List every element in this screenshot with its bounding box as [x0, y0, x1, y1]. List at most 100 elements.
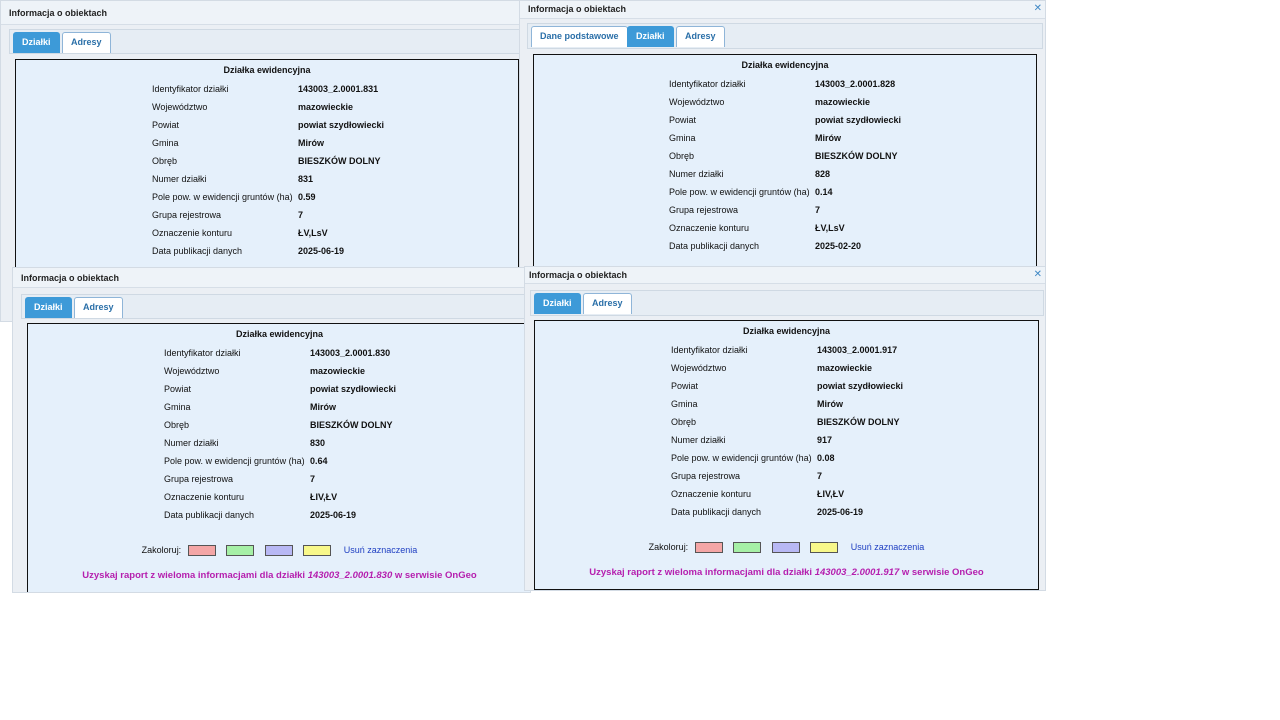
zakoloruj-label: Zakoloruj:	[648, 542, 689, 552]
color-swatch-green[interactable]	[226, 545, 255, 557]
panel-title: Działka ewidencyjna	[741, 60, 829, 70]
row-label: Powiat	[152, 120, 180, 130]
row-value: BIESZKÓW DOLNY	[298, 156, 381, 166]
row-value: Mirów	[815, 133, 841, 143]
row-label: Gmina	[671, 399, 698, 409]
row-label: Oznaczenie konturu	[152, 228, 233, 238]
row-value: Mirów	[817, 399, 843, 409]
row-value: 7	[817, 471, 823, 481]
close-icon[interactable]: ✕	[1034, 269, 1042, 280]
row-value: BIESZKÓW DOLNY	[817, 417, 900, 427]
row-value: 143003_2.0001.917	[817, 345, 898, 355]
row-label: Powiat	[669, 115, 697, 125]
report-parcel-id: 143003_2.0001.830	[307, 570, 393, 581]
zakoloruj-label: Zakoloruj:	[141, 545, 182, 555]
row-value: BIESZKÓW DOLNY	[310, 420, 393, 430]
color-swatch-red[interactable]	[694, 542, 723, 554]
color-picker: Zakoloruj: Usuń zaznaczenia	[28, 545, 530, 557]
row-label: Gmina	[164, 402, 191, 412]
row-label: Gmina	[669, 133, 696, 143]
window-title: Informacja o obiektach	[13, 268, 530, 288]
row-value: 7	[815, 205, 821, 215]
row-label: Identyfikator działki	[152, 84, 229, 94]
row-label: Województwo	[152, 102, 208, 112]
clear-selection-link[interactable]: Usuń zaznaczenia	[851, 542, 925, 552]
row-label: Oznaczenie konturu	[164, 492, 245, 502]
ongeo-report-link[interactable]: Uzyskaj raport z wieloma informacjami dl…	[535, 567, 1038, 578]
row-value: 828	[815, 169, 831, 179]
tab-dzialki[interactable]: Działki	[627, 26, 674, 47]
row-value: 143003_2.0001.828	[815, 79, 896, 89]
row-label: Obręb	[164, 420, 190, 430]
tab-dane-podstawowe[interactable]: Dane podstawowe	[531, 26, 628, 47]
row-label: Data publikacji danych	[152, 246, 243, 256]
parcel-panel: Działka ewidencyjna Identyfikator działk…	[27, 323, 530, 592]
tab-bar: Działki Adresy	[9, 29, 519, 54]
row-label: Gmina	[152, 138, 179, 148]
color-swatch-yellow[interactable]	[303, 545, 332, 557]
row-label: Powiat	[164, 384, 192, 394]
row-value: Mirów	[298, 138, 324, 148]
panel-title: Działka ewidencyjna	[742, 326, 831, 336]
window-title: Informacja o obiektach	[1, 1, 519, 25]
row-label: Województwo	[164, 366, 220, 376]
info-window-917: Informacja o obiektach ✕ Działki Adresy …	[524, 266, 1046, 591]
tab-bar: Działki Adresy	[530, 290, 1044, 316]
row-value: 0.59	[298, 192, 316, 202]
color-swatch-yellow[interactable]	[810, 542, 839, 554]
tab-adresy[interactable]: Adresy	[676, 26, 725, 47]
row-label: Województwo	[669, 97, 725, 107]
row-label: Identyfikator działki	[669, 79, 746, 89]
row-label: Obręb	[671, 417, 697, 427]
row-value: 0.08	[817, 453, 835, 463]
row-label: Grupa rejestrowa	[669, 205, 739, 215]
parcel-panel: Działka ewidencyjna Identyfikator działk…	[534, 320, 1039, 590]
ongeo-report-link[interactable]: Uzyskaj raport z wieloma informacjami dl…	[28, 570, 530, 581]
report-prefix: Uzyskaj raport z wieloma informacjami dl…	[589, 567, 813, 578]
row-value: Mirów	[310, 402, 336, 412]
panel-title: Działka ewidencyjna	[235, 329, 324, 339]
row-value: ŁIV,ŁV	[817, 489, 845, 499]
row-label: Pole pow. w ewidencji gruntów (ha)	[671, 453, 812, 463]
window-title: Informacja o obiektach	[520, 1, 1045, 19]
tab-adresy[interactable]: Adresy	[62, 32, 111, 53]
row-label: Oznaczenie konturu	[669, 223, 750, 233]
tab-dzialki[interactable]: Działki	[534, 293, 581, 314]
row-value: 0.64	[310, 456, 328, 466]
report-suffix: w serwisie OnGeo	[901, 567, 984, 578]
clear-selection-link[interactable]: Usuń zaznaczenia	[344, 545, 418, 555]
row-label: Data publikacji danych	[164, 510, 255, 520]
close-icon[interactable]: ✕	[1034, 3, 1042, 14]
info-window-828: Informacja o obiektach ✕ Dane podstawowe…	[519, 0, 1046, 270]
tab-adresy[interactable]: Adresy	[74, 297, 123, 318]
row-label: Powiat	[671, 381, 699, 391]
tab-adresy[interactable]: Adresy	[583, 293, 632, 314]
row-value: powiat szydłowiecki	[815, 115, 902, 125]
row-value: 2025-06-19	[298, 246, 345, 256]
row-label: Obręb	[669, 151, 695, 161]
row-value: powiat szydłowiecki	[298, 120, 385, 130]
report-prefix: Uzyskaj raport z wieloma informacjami dl…	[82, 570, 306, 581]
row-label: Numer działki	[671, 435, 726, 445]
row-label: Data publikacji danych	[669, 241, 760, 251]
parcel-panel: Działka ewidencyjna Identyfikator działk…	[533, 54, 1037, 269]
row-label: Oznaczenie konturu	[671, 489, 752, 499]
color-swatch-green[interactable]	[733, 542, 762, 554]
row-label: Grupa rejestrowa	[152, 210, 222, 220]
row-value: powiat szydłowiecki	[817, 381, 904, 391]
row-label: Identyfikator działki	[671, 345, 748, 355]
row-label: Numer działki	[164, 438, 219, 448]
panel-title: Działka ewidencyjna	[223, 65, 311, 75]
color-swatch-blue[interactable]	[771, 542, 800, 554]
row-value: mazowieckie	[817, 363, 873, 373]
color-swatch-blue[interactable]	[264, 545, 293, 557]
row-label: Data publikacji danych	[671, 507, 762, 517]
row-label: Numer działki	[669, 169, 724, 179]
row-value: 143003_2.0001.830	[310, 348, 391, 358]
report-parcel-id: 143003_2.0001.917	[814, 567, 900, 578]
tab-dzialki[interactable]: Działki	[13, 32, 60, 53]
tab-dzialki[interactable]: Działki	[25, 297, 72, 318]
row-value: 831	[298, 174, 314, 184]
color-swatch-red[interactable]	[187, 545, 216, 557]
row-label: Grupa rejestrowa	[671, 471, 741, 481]
